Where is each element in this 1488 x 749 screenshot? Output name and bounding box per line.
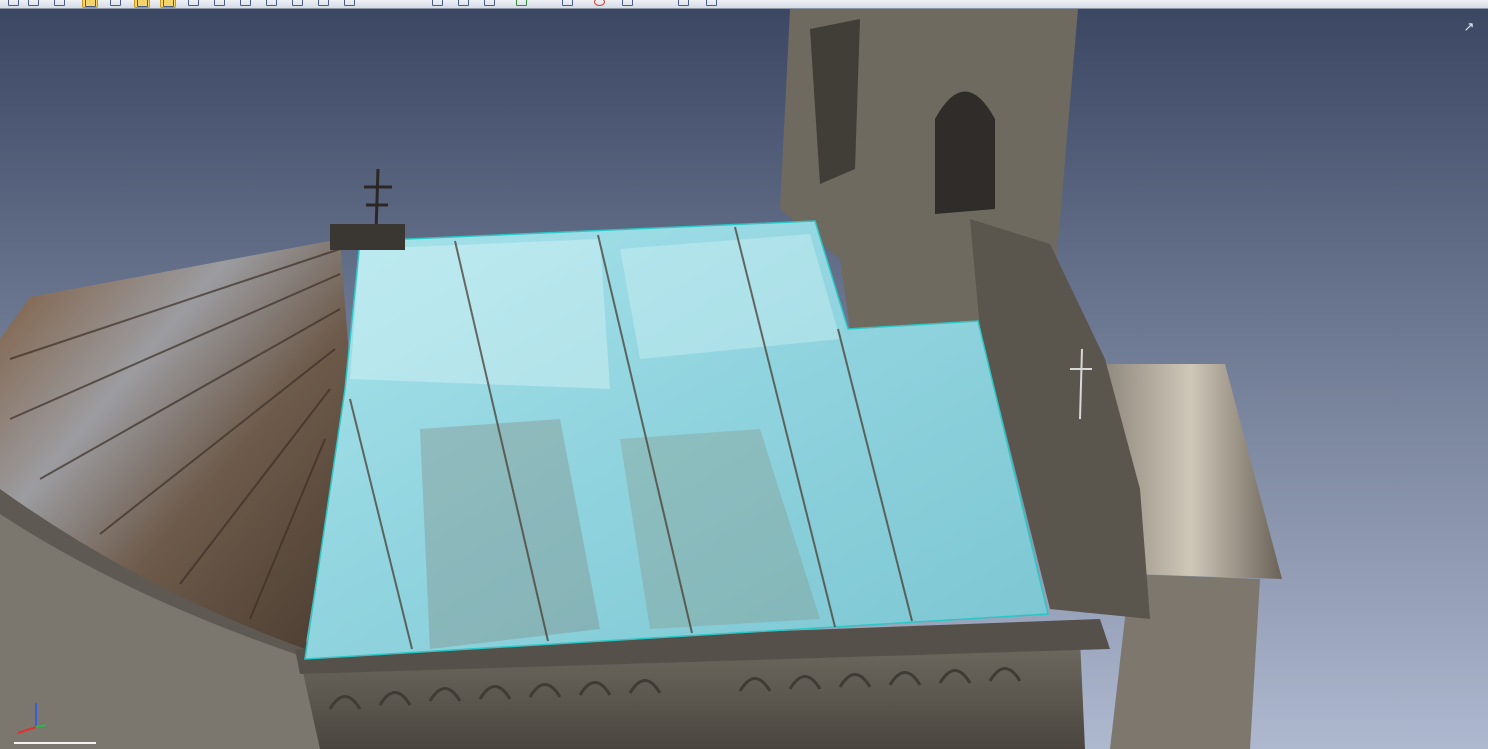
view-3-icon — [240, 0, 251, 6]
view-6-button[interactable] — [316, 0, 330, 6]
display-mode-4-icon — [163, 0, 174, 7]
scale-bar — [14, 742, 96, 744]
measure-tool-icon — [516, 0, 527, 6]
view-2-icon — [214, 0, 225, 6]
view-3-button[interactable] — [238, 0, 252, 6]
display-mode-3-icon — [137, 0, 148, 7]
star-tool-icon — [28, 0, 39, 6]
grid-3-icon — [484, 0, 495, 6]
view-4-icon — [266, 0, 277, 6]
grid-2-icon — [458, 0, 469, 6]
axis-x-line — [17, 726, 37, 734]
grid-3-button[interactable] — [482, 0, 496, 6]
maximize-icon[interactable]: ↗ — [1462, 20, 1476, 34]
view-1-button[interactable] — [186, 0, 200, 6]
bell-tower-window — [935, 91, 995, 214]
axes-tool-button[interactable] — [6, 0, 20, 6]
display-mode-4-button[interactable] — [160, 0, 176, 8]
stop-tool-button[interactable] — [592, 0, 606, 6]
view-7-button[interactable] — [342, 0, 356, 6]
grid-1-icon — [432, 0, 443, 6]
grid-2-button[interactable] — [456, 0, 470, 6]
clip-tool-icon — [622, 0, 633, 6]
grid-1-button[interactable] — [430, 0, 444, 6]
star-tool-button[interactable] — [26, 0, 40, 6]
axis-y-line — [35, 724, 47, 728]
display-mode-1-button[interactable] — [82, 0, 98, 8]
axes-tool-icon — [8, 0, 19, 6]
view-2-button[interactable] — [212, 0, 226, 6]
display-mode-2-icon — [110, 0, 121, 6]
display-mode-1-icon — [85, 0, 96, 7]
view-7-icon — [344, 0, 355, 6]
view-5-button[interactable] — [290, 0, 304, 6]
settings-tool-icon — [706, 0, 717, 6]
settings-tool-button[interactable] — [704, 0, 718, 6]
arrow-tool-icon — [54, 0, 65, 6]
arrow-tool-button[interactable] — [52, 0, 66, 6]
clip-tool-button[interactable] — [620, 0, 634, 6]
display-mode-3-button[interactable] — [134, 0, 150, 8]
display-mode-2-button[interactable] — [108, 0, 122, 6]
select-tool-button[interactable] — [560, 0, 574, 6]
capture-tool-button[interactable] — [676, 0, 690, 6]
view-4-button[interactable] — [264, 0, 278, 6]
point-cloud-scene[interactable] — [0, 9, 1488, 749]
3d-viewport[interactable]: ↗ — [0, 9, 1488, 749]
view-6-icon — [318, 0, 329, 6]
measure-tool-button[interactable] — [514, 0, 528, 6]
axis-gizmo — [17, 703, 47, 734]
toolbar — [0, 0, 1488, 9]
view-1-icon — [188, 0, 199, 6]
select-tool-icon — [562, 0, 573, 6]
roof-ridge-cap — [330, 224, 405, 250]
capture-tool-icon — [678, 0, 689, 6]
stop-tool-icon — [594, 0, 605, 6]
view-5-icon — [292, 0, 303, 6]
